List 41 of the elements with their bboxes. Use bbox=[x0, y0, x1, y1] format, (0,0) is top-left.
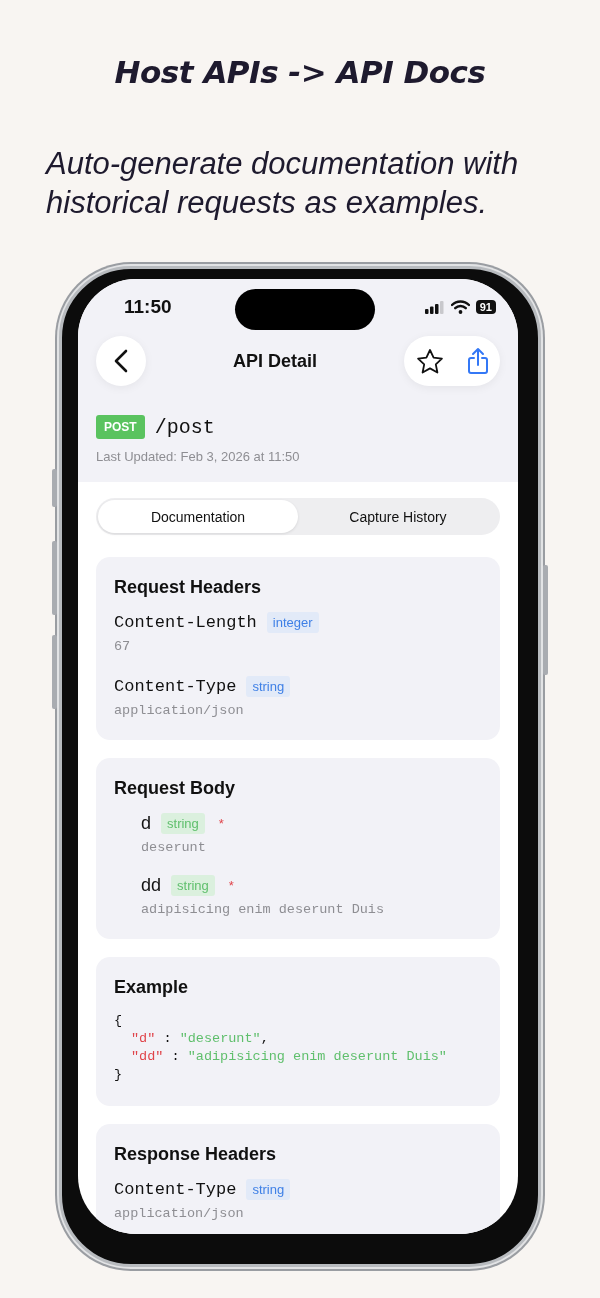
required-mark: * bbox=[218, 816, 224, 831]
type-tag: string bbox=[246, 676, 291, 697]
section-title: Example bbox=[114, 977, 190, 998]
back-button[interactable] bbox=[96, 336, 146, 386]
page-subtitle: Auto-generate documentation with historical requests as examples. bbox=[46, 145, 520, 222]
last-updated-text: Last Updated: Feb 3, 2026 at 11:50 bbox=[96, 449, 301, 464]
method-badge: POST bbox=[96, 415, 145, 439]
header-value: 67 bbox=[114, 639, 132, 654]
code-line: "d" : "deserunt", bbox=[130, 1030, 270, 1048]
code-line: { bbox=[114, 1012, 124, 1030]
section-title: Request Body bbox=[114, 778, 237, 799]
battery-indicator: 91 bbox=[475, 300, 496, 314]
endpoint-path: /post bbox=[154, 415, 215, 439]
field-name: dd bbox=[141, 875, 162, 896]
nav-title: API Detail bbox=[233, 350, 317, 372]
signal-icon bbox=[424, 300, 445, 314]
back-chevron-icon bbox=[114, 349, 128, 373]
code-line: } bbox=[114, 1066, 124, 1084]
page-heading: Host APIs -> API Docs bbox=[114, 54, 486, 90]
field-value: adipisicing enim deserunt Duis bbox=[141, 902, 386, 917]
field-value: deserunt bbox=[141, 840, 207, 855]
header-name: Content-Type bbox=[114, 677, 237, 696]
section-title: Request Headers bbox=[114, 577, 263, 598]
section-title: Response Headers bbox=[114, 1144, 278, 1165]
type-tag: string bbox=[161, 813, 205, 834]
segment-tab[interactable]: Documentation bbox=[98, 500, 298, 533]
type-tag: string bbox=[171, 875, 215, 896]
share-icon[interactable] bbox=[466, 347, 489, 375]
header-name: Content-Length bbox=[114, 613, 257, 632]
status-time: 11:50 bbox=[124, 296, 173, 318]
code-line: "dd" : "adipisicing enim deserunt Duis" bbox=[130, 1048, 448, 1066]
type-tag: integer bbox=[266, 612, 319, 633]
header-value: application/json bbox=[114, 1206, 245, 1221]
field-name: d bbox=[141, 813, 151, 834]
required-mark: * bbox=[228, 878, 234, 893]
type-tag: string bbox=[246, 1179, 291, 1200]
star-icon[interactable] bbox=[415, 347, 444, 375]
wifi-icon bbox=[450, 300, 470, 314]
header-name: Content-Type bbox=[114, 1180, 237, 1199]
header-value: application/json bbox=[114, 703, 245, 718]
segment-tab[interactable]: Capture History bbox=[298, 500, 498, 533]
